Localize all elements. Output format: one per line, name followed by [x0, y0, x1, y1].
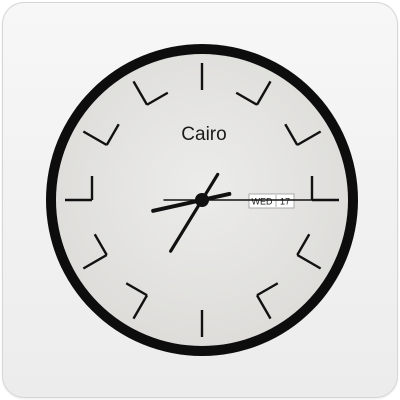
analog-clock: Cairo WED 17 — [46, 44, 358, 356]
city-label: Cairo — [181, 124, 226, 145]
weekday-label: WED — [252, 197, 273, 207]
center-pin — [195, 193, 209, 207]
day-label: 17 — [280, 197, 290, 207]
clock-widget[interactable]: Cairo WED 17 — [2, 2, 398, 398]
date-window: WED 17 — [248, 193, 295, 209]
